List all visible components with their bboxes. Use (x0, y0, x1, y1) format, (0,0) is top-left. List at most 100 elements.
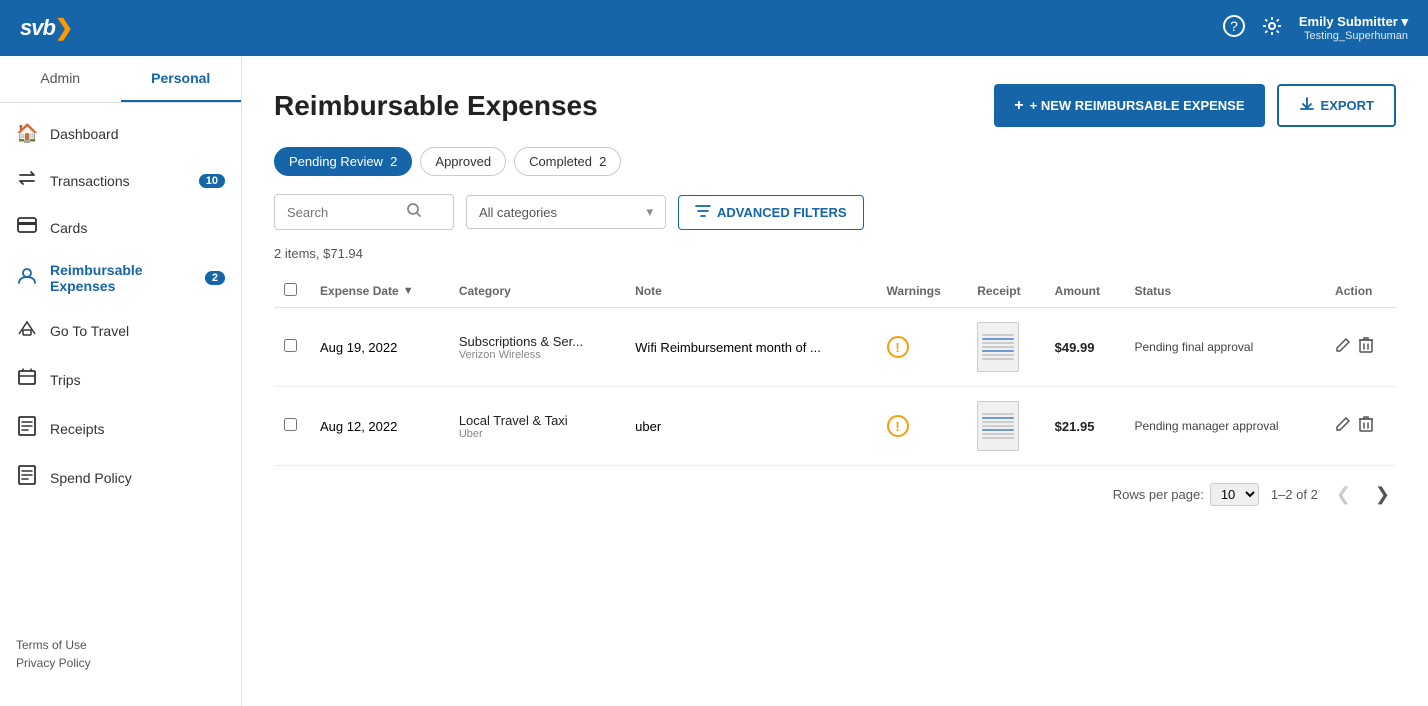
sidebar-label-reimbursable: Reimbursable Expenses (50, 262, 193, 294)
sidebar-item-cards[interactable]: Cards (0, 205, 241, 250)
category-value: All categories (479, 205, 557, 220)
th-expense-date[interactable]: Expense Date ▼ (310, 275, 449, 308)
row1-category: Subscriptions & Ser... Verizon Wireless (449, 308, 625, 387)
terms-of-use-link[interactable]: Terms of Use (16, 638, 225, 652)
reimbursable-badge: 2 (205, 271, 225, 285)
row2-category: Local Travel & Taxi Uber (449, 387, 625, 466)
new-expense-label: + NEW REIMBURSABLE EXPENSE (1030, 98, 1245, 113)
row2-edit-button[interactable] (1335, 416, 1351, 437)
row1-delete-button[interactable] (1359, 337, 1373, 358)
user-subname: Testing_Superhuman (1304, 30, 1408, 42)
advanced-filters-button[interactable]: ADVANCED FILTERS (678, 195, 864, 230)
transactions-badge: 10 (199, 174, 225, 188)
th-receipt: Receipt (967, 275, 1044, 308)
page-info: 1–2 of 2 (1271, 487, 1318, 502)
rows-per-page-select[interactable]: 10 25 50 (1210, 483, 1259, 506)
next-page-button[interactable]: ❯ (1369, 482, 1396, 507)
receipts-icon (16, 416, 38, 441)
search-box[interactable] (274, 194, 454, 230)
expense-date-label: Expense Date (320, 284, 399, 298)
privacy-policy-link[interactable]: Privacy Policy (16, 656, 225, 670)
sidebar-item-reimbursable-expenses[interactable]: Reimbursable Expenses 2 (0, 250, 241, 306)
sidebar-item-transactions[interactable]: Transactions 10 (0, 156, 241, 205)
table-row: Aug 12, 2022 Local Travel & Taxi Uber ub… (274, 387, 1396, 466)
row2-amount: $21.95 (1045, 387, 1125, 466)
row2-delete-button[interactable] (1359, 416, 1373, 437)
row2-status: Pending manager approval (1124, 387, 1325, 466)
new-expense-button[interactable]: + + NEW REIMBURSABLE EXPENSE (994, 84, 1264, 127)
cards-icon (16, 217, 38, 238)
pending-review-count: 2 (390, 154, 397, 169)
filter-tab-pending-review[interactable]: Pending Review 2 (274, 147, 412, 176)
topnav: svb ❯ ? Emily Submitter ▾ Testing_Superh… (0, 0, 1428, 56)
help-icon[interactable]: ? (1223, 15, 1245, 42)
export-button[interactable]: EXPORT (1277, 84, 1396, 127)
sidebar-label-trips: Trips (50, 372, 81, 388)
row2-checkbox[interactable] (284, 418, 297, 431)
sidebar-item-go-to-travel[interactable]: Go To Travel (0, 306, 241, 355)
search-input[interactable] (287, 205, 407, 220)
summary-text: 2 items, $71.94 (274, 246, 1396, 261)
reimbursable-icon (16, 266, 38, 291)
sidebar-item-dashboard[interactable]: 🏠 Dashboard (0, 111, 241, 156)
settings-icon[interactable] (1261, 15, 1283, 42)
main-content: Reimbursable Expenses + + NEW REIMBURSAB… (242, 56, 1428, 706)
row1-date: Aug 19, 2022 (310, 308, 449, 387)
table-header: Expense Date ▼ Category Note Warnings Re… (274, 275, 1396, 308)
filter-lines-icon (695, 204, 711, 221)
table-body: Aug 19, 2022 Subscriptions & Ser... Veri… (274, 308, 1396, 466)
home-icon: 🏠 (16, 123, 38, 144)
receipt-thumbnail[interactable] (977, 401, 1019, 451)
th-amount: Amount (1045, 275, 1125, 308)
completed-count: 2 (599, 154, 606, 169)
svg-text:?: ? (1230, 18, 1238, 34)
search-row: All categories ▾ ADVANCED FILTERS (274, 194, 1396, 230)
sidebar-label-receipts: Receipts (50, 421, 104, 437)
transactions-icon (16, 168, 38, 193)
th-status: Status (1124, 275, 1325, 308)
sidebar-label-spend-policy: Spend Policy (50, 470, 132, 486)
sidebar: Admin Personal 🏠 Dashboard Transactions … (0, 56, 242, 706)
row1-receipt[interactable] (967, 308, 1044, 387)
user-name: Emily Submitter ▾ (1299, 14, 1408, 30)
sidebar-item-trips[interactable]: Trips (0, 355, 241, 404)
sidebar-item-spend-policy[interactable]: Spend Policy (0, 453, 241, 502)
sidebar-footer: Terms of Use Privacy Policy (0, 626, 241, 686)
row1-edit-button[interactable] (1335, 337, 1351, 358)
logo: svb ❯ (20, 15, 73, 41)
filter-tab-approved[interactable]: Approved (420, 147, 506, 176)
rows-per-page: Rows per page: 10 25 50 (1113, 483, 1259, 506)
export-icon (1299, 96, 1315, 115)
th-category: Category (449, 275, 625, 308)
th-checkbox (274, 275, 310, 308)
receipt-thumbnail[interactable] (977, 322, 1019, 372)
prev-page-button[interactable]: ❮ (1330, 482, 1357, 507)
row1-amount: $49.99 (1045, 308, 1125, 387)
topnav-right: ? Emily Submitter ▾ Testing_Superhuman (1223, 14, 1408, 42)
filter-tabs: Pending Review 2 Approved Completed 2 (274, 147, 1396, 176)
filter-tab-completed[interactable]: Completed 2 (514, 147, 621, 176)
page-title: Reimbursable Expenses (274, 90, 598, 122)
warning-icon: ! (887, 336, 909, 358)
row1-warnings: ! (877, 308, 968, 387)
svb-logo-text: svb (20, 15, 55, 41)
th-note: Note (625, 275, 876, 308)
sidebar-item-receipts[interactable]: Receipts (0, 404, 241, 453)
logo-arrow-icon: ❯ (55, 15, 73, 41)
category-select[interactable]: All categories ▾ (466, 195, 666, 229)
th-action: Action (1325, 275, 1396, 308)
export-label: EXPORT (1321, 98, 1374, 113)
row2-receipt[interactable] (967, 387, 1044, 466)
pagination-row: Rows per page: 10 25 50 1–2 of 2 ❮ ❯ (274, 482, 1396, 507)
chevron-down-icon: ▾ (646, 204, 653, 220)
tab-personal[interactable]: Personal (121, 56, 242, 102)
warning-icon: ! (887, 415, 909, 437)
tab-admin[interactable]: Admin (0, 56, 121, 102)
select-all-checkbox[interactable] (284, 283, 297, 296)
row1-checkbox[interactable] (284, 339, 297, 352)
row2-note: uber (625, 387, 876, 466)
user-menu[interactable]: Emily Submitter ▾ Testing_Superhuman (1299, 14, 1408, 42)
travel-icon (16, 318, 38, 343)
th-warnings: Warnings (877, 275, 968, 308)
sort-icon: ▼ (403, 285, 414, 297)
